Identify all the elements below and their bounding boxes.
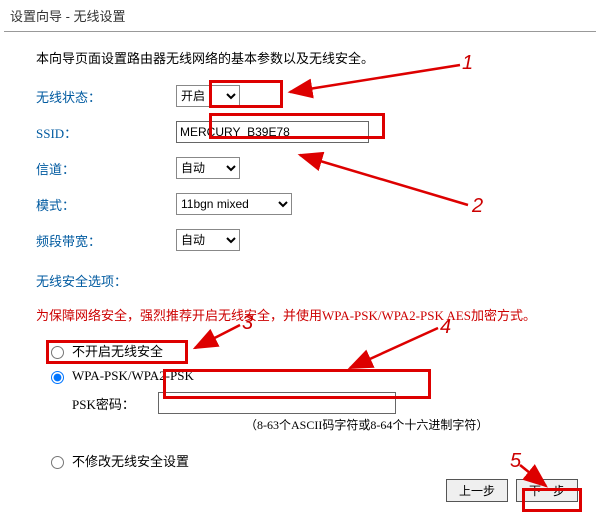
label-ssid: SSID： <box>36 123 146 142</box>
callout-2: 2 <box>472 195 483 218</box>
psk-input[interactable] <box>158 392 396 414</box>
window-title: 设置向导 - 无线设置 <box>0 0 600 31</box>
psk-hint: （8-63个ASCII码字符或8-64个十六进制字符） <box>72 416 564 433</box>
channel-select[interactable]: 自动 <box>176 157 240 179</box>
label-channel: 信道： <box>36 159 146 178</box>
label-psk: PSK密码： <box>72 394 158 413</box>
prev-button[interactable]: 上一步 <box>446 479 508 502</box>
radio-wpa[interactable] <box>51 371 64 384</box>
callout-4: 4 <box>440 316 451 339</box>
label-mode: 模式： <box>36 195 146 214</box>
label-open: 不开启无线安全 <box>72 341 163 360</box>
label-wpa: WPA-PSK/WPA2-PSK <box>72 368 194 384</box>
ssid-input[interactable] <box>176 121 369 143</box>
radio-nochange[interactable] <box>51 456 64 469</box>
next-button[interactable]: 下一步 <box>516 479 578 502</box>
callout-3: 3 <box>242 312 253 335</box>
label-wireless-state: 无线状态： <box>36 87 146 106</box>
intro-text: 本向导页面设置路由器无线网络的基本参数以及无线安全。 <box>36 48 564 67</box>
label-bandwidth: 频段带宽： <box>36 231 146 250</box>
callout-1: 1 <box>462 52 473 75</box>
label-nochange: 不修改无线安全设置 <box>72 451 189 470</box>
security-heading: 无线安全选项： <box>36 271 564 290</box>
security-warning: 为保障网络安全，强烈推荐开启无线安全，并使用WPA-PSK/WPA2-PSK A… <box>36 304 564 327</box>
wireless-state-select[interactable]: 开启 <box>176 85 240 107</box>
bandwidth-select[interactable]: 自动 <box>176 229 240 251</box>
callout-5: 5 <box>510 450 521 473</box>
radio-open[interactable] <box>51 346 64 359</box>
mode-select[interactable]: 11bgn mixed <box>176 193 292 215</box>
